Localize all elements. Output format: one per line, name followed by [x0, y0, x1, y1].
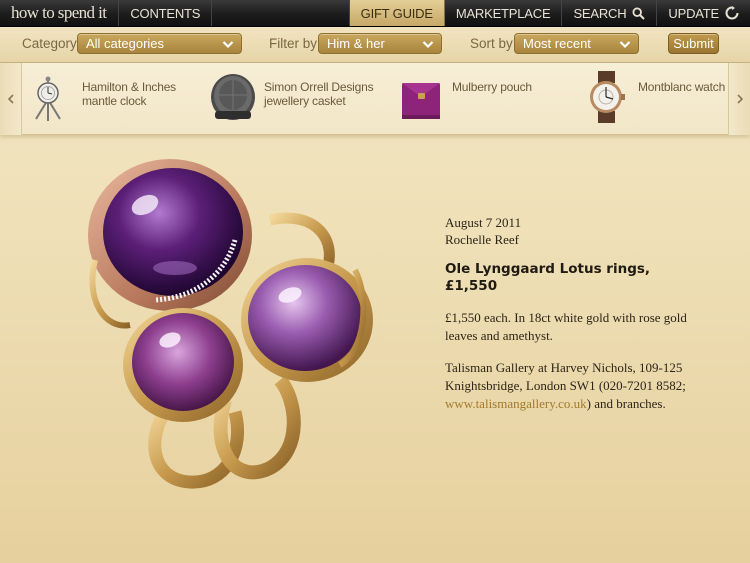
watch-thumbnail: [590, 71, 625, 123]
refresh-icon: [725, 6, 739, 20]
stockist-link[interactable]: www.talismangallery.co.uk: [445, 396, 587, 411]
category-value: All categories: [86, 36, 165, 51]
sort-by-label: Sort by: [470, 36, 513, 51]
pouch-thumbnail: [402, 83, 440, 119]
contents-tab[interactable]: CONTENTS: [119, 0, 213, 26]
category-label: Category: [22, 36, 77, 51]
search-tab[interactable]: SEARCH: [562, 0, 658, 26]
carousel-item-label-line: mantle clock: [82, 94, 147, 108]
carousel-prev-button[interactable]: [0, 63, 22, 135]
chevron-down-icon: [619, 41, 631, 49]
carousel-item-label: Montblanc watch: [638, 80, 725, 94]
casket-thumbnail: [211, 74, 255, 120]
carousel-item-pouch[interactable]: Mulberry pouch: [397, 71, 572, 127]
top-navigation-bar: how to spend it CONTENTS GIFT GUIDE MARK…: [0, 0, 750, 27]
product-carousel: Hamilton & Inches mantle clock Simon Orr…: [0, 63, 750, 135]
carousel-item-label-line: Simon Orrell Designs: [264, 80, 374, 94]
category-select[interactable]: All categories: [77, 33, 242, 54]
article-headline: Ole Lynggaard Lotus rings, £1,550: [445, 261, 695, 295]
headline-line: Ole Lynggaard Lotus rings,: [445, 261, 651, 277]
carousel-item-label: Mulberry pouch: [452, 80, 532, 94]
filter-bar: Category All categories Filter by Him & …: [0, 27, 750, 63]
product-image-rings: [88, 159, 373, 489]
app-logo[interactable]: how to spend it: [0, 0, 120, 26]
filter-by-label: Filter by: [269, 36, 318, 51]
chevron-down-icon: [422, 41, 434, 49]
search-icon: [632, 6, 646, 20]
article-date: August 7 2011: [445, 215, 522, 230]
carousel-item-label: Hamilton & Inches mantle clock: [82, 80, 176, 108]
carousel-item-label-line: Montblanc watch: [638, 80, 726, 94]
chevron-left-icon: [7, 94, 14, 104]
chevron-right-icon: [736, 94, 743, 104]
article-stockist: Talisman Gallery at Harvey Nichols, 109-…: [445, 359, 695, 413]
update-tab[interactable]: UPDATE: [657, 0, 750, 26]
carousel-item-label: Simon Orrell Designs jewellery casket: [264, 80, 374, 108]
article-author: Rochelle Reef: [445, 232, 519, 247]
carousel-item-casket[interactable]: Simon Orrell Designs jewellery casket: [209, 71, 384, 127]
filter-by-value: Him & her: [327, 36, 385, 51]
update-label: UPDATE: [668, 5, 719, 21]
headline-line: £1,550: [445, 278, 498, 294]
clock-thumbnail: [35, 76, 61, 121]
topbar-spacer: [212, 0, 350, 26]
article-description: £1,550 each. In 18ct white gold with ros…: [445, 310, 687, 343]
gift-guide-tab[interactable]: GIFT GUIDE: [349, 0, 445, 26]
carousel-item-label-line: jewellery casket: [264, 94, 346, 108]
carousel-item-clock[interactable]: Hamilton & Inches mantle clock: [27, 71, 202, 127]
article-panel: August 7 2011 Rochelle Reef Ole Lynggaar…: [445, 214, 695, 413]
filter-by-select[interactable]: Him & her: [318, 33, 442, 54]
carousel-item-label-line: Mulberry pouch: [452, 80, 532, 94]
chevron-down-icon: [222, 41, 234, 49]
search-label: SEARCH: [573, 5, 627, 21]
carousel-item-label-line: Hamilton & Inches: [82, 80, 176, 94]
submit-button[interactable]: Submit: [668, 33, 719, 54]
carousel-next-button[interactable]: [728, 63, 750, 135]
carousel-item-watch[interactable]: Montblanc watch: [583, 71, 725, 127]
marketplace-tab[interactable]: MARKETPLACE: [445, 0, 563, 26]
sort-by-value: Most recent: [523, 36, 591, 51]
sort-by-select[interactable]: Most recent: [514, 33, 639, 54]
stockist-text: Talisman Gallery at Harvey Nichols, 109-…: [445, 360, 686, 393]
stockist-text-end: ) and branches.: [586, 396, 666, 411]
